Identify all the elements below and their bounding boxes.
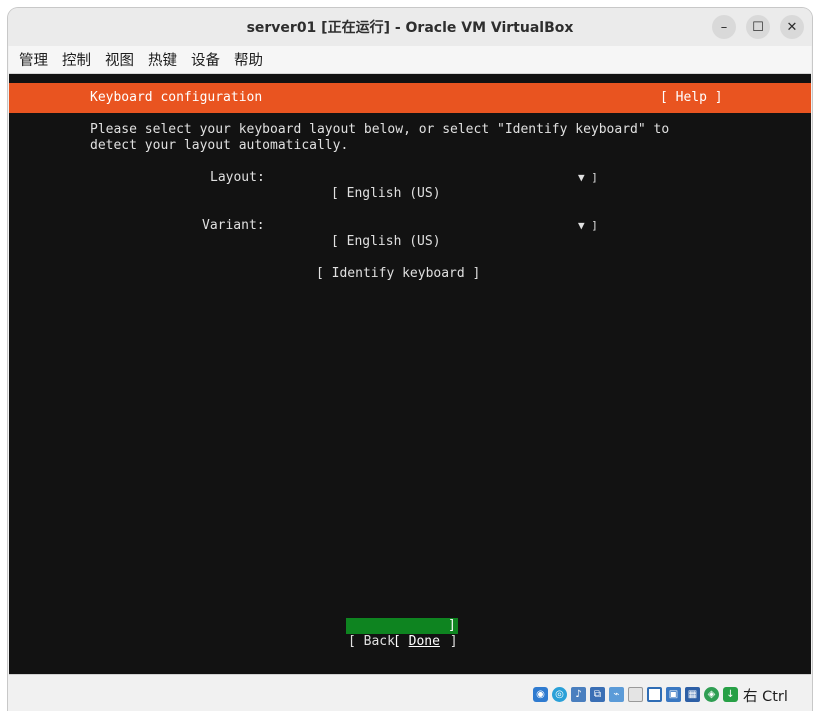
layout-label: Layout: [210, 170, 265, 185]
close-button[interactable]: ✕ [780, 15, 804, 39]
help-button[interactable]: [ Help ] [660, 90, 723, 105]
hard-disk-icon[interactable]: ◉ [533, 687, 548, 702]
done-button[interactable]: [ Done ] [346, 618, 458, 649]
back-button[interactable]: [ Back ] [348, 634, 458, 650]
chevron-down-icon: ▼ ] [578, 171, 598, 184]
identify-keyboard-button[interactable]: [ Identify keyboard ] [316, 266, 480, 282]
recording-icon[interactable]: ▣ [666, 687, 681, 702]
menu-hotkeys[interactable]: 热键 [148, 49, 177, 70]
maximize-button[interactable]: ☐ [746, 15, 770, 39]
variant-value: [ English (US) [330, 234, 441, 249]
menu-help[interactable]: 帮助 [234, 49, 263, 70]
minimize-button[interactable]: – [712, 15, 736, 39]
status-bar: ◉ ◎ ♪ ⧉ ⌁ ▣ ▦ ◈ ↓ 右 Ctrl [9, 674, 811, 711]
layout-value: [ English (US) [330, 186, 441, 201]
download-icon[interactable]: ↓ [723, 687, 738, 702]
menu-view[interactable]: 视图 [105, 49, 134, 70]
intro-text-line-2: detect your layout automatically. [90, 138, 349, 153]
vm-screen[interactable]: Keyboard configuration [ Help ] Please s… [9, 74, 811, 674]
menu-control[interactable]: 控制 [62, 49, 91, 70]
audio-icon[interactable]: ♪ [571, 687, 586, 702]
installer-header: Keyboard configuration [ Help ] [9, 83, 811, 113]
virtualbox-window: server01 [正在运行] - Oracle VM VirtualBox –… [8, 8, 812, 711]
window-title: server01 [正在运行] - Oracle VM VirtualBox [246, 20, 574, 36]
network-icon[interactable]: ⧉ [590, 687, 605, 702]
host-key-indicator: 右 Ctrl [743, 689, 788, 705]
variant-label: Variant: [202, 218, 265, 233]
title-bar[interactable]: server01 [正在运行] - Oracle VM VirtualBox –… [8, 8, 812, 46]
display-icon[interactable] [647, 687, 662, 702]
menu-machine[interactable]: 管理 [19, 49, 48, 70]
cpu-icon[interactable]: ▦ [685, 687, 700, 702]
optical-disc-icon[interactable]: ◎ [552, 687, 567, 702]
menu-bar: 管理 控制 视图 热键 设备 帮助 [9, 46, 811, 74]
virtualization-icon[interactable]: ◈ [704, 687, 719, 702]
usb-icon[interactable]: ⌁ [609, 687, 624, 702]
page-title: Keyboard configuration [90, 90, 263, 105]
menu-devices[interactable]: 设备 [191, 49, 220, 70]
done-bracket-close: ] [448, 618, 456, 633]
intro-text-line-1: Please select your keyboard layout below… [90, 122, 670, 137]
shared-folder-icon[interactable] [628, 687, 643, 702]
chevron-down-icon: ▼ ] [578, 219, 598, 232]
